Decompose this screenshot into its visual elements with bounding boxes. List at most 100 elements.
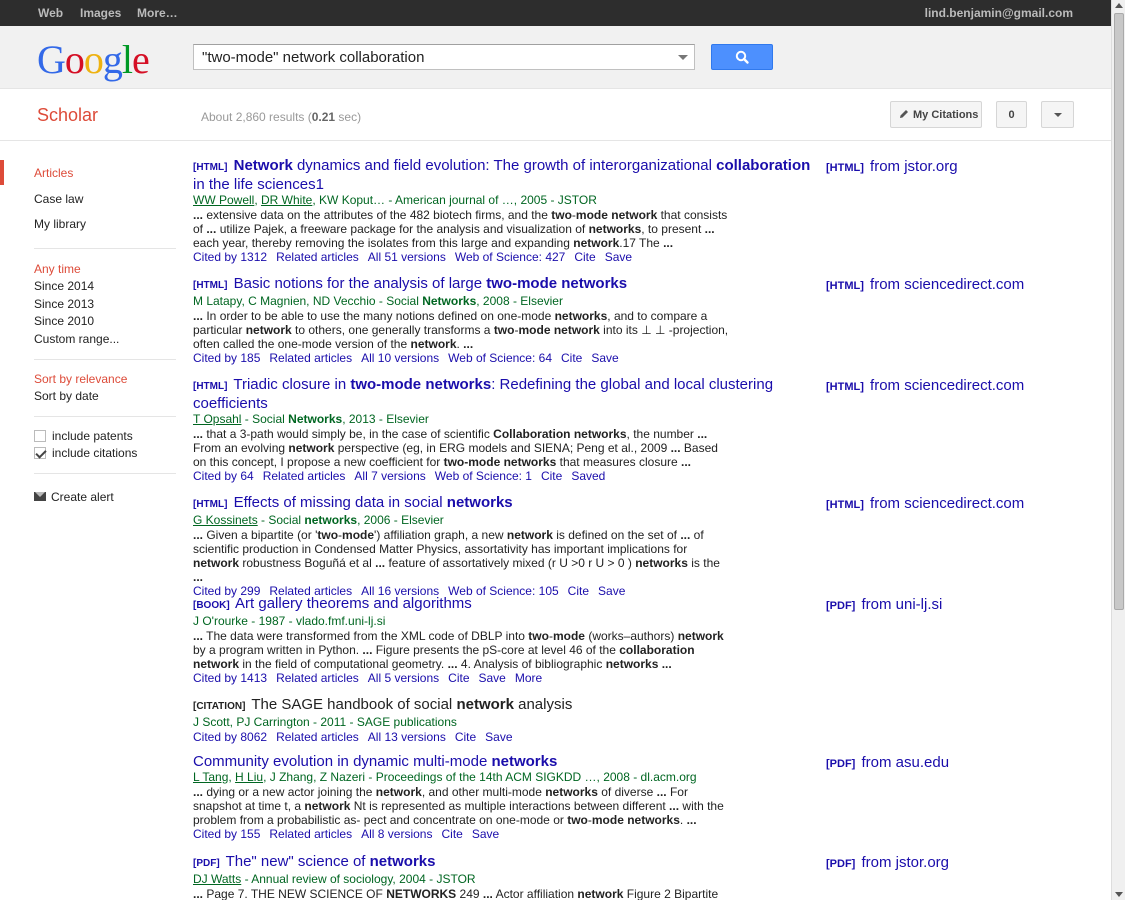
scroll-down-icon[interactable] (1115, 892, 1123, 897)
result-action-link[interactable]: Cited by 8062 (193, 730, 267, 744)
sidebar-item-sort-date[interactable]: Sort by date (34, 389, 99, 403)
result-title-link[interactable]: [HTML] Network dynamics and field evolut… (193, 157, 813, 193)
result-action-link[interactable]: Related articles (276, 730, 359, 744)
result-title-link[interactable]: [BOOK] Art gallery theorems and algorith… (193, 595, 813, 614)
result-action-link[interactable]: More (515, 671, 542, 685)
logo-letter: G (37, 37, 66, 82)
sidebar-item-custom-range[interactable]: Custom range... (34, 332, 119, 346)
sidebar-item-since-2010[interactable]: Since 2010 (34, 314, 94, 328)
logo-letter: e (132, 37, 150, 82)
include-citations-checkbox[interactable]: include citations (34, 446, 137, 460)
result-action-link[interactable]: Saved (571, 469, 605, 483)
result-action-link[interactable]: Web of Science: 1 (435, 469, 532, 483)
nav-web-link[interactable]: Web (38, 6, 63, 20)
result-action-link[interactable]: All 8 versions (361, 827, 432, 841)
scroll-up-icon[interactable] (1115, 3, 1123, 8)
result-title-link[interactable]: Community evolution in dynamic multi-mod… (193, 753, 813, 770)
result-authors-source: M Latapy, C Magnien, ND Vecchio - Social… (193, 294, 563, 308)
result-action-link[interactable]: Web of Science: 64 (448, 351, 552, 365)
sidebar-item-since-2013[interactable]: Since 2013 (34, 297, 94, 311)
user-account-link[interactable]: lind.benjamin@gmail.com (925, 6, 1073, 20)
result-action-link[interactable]: All 5 versions (368, 671, 439, 685)
search-result: [HTML] Network dynamics and field evolut… (193, 157, 813, 265)
result-action-link[interactable]: Related articles (269, 351, 352, 365)
search-options-dropdown-icon[interactable] (678, 55, 688, 60)
scholar-section-title[interactable]: Scholar (37, 105, 98, 126)
result-action-link[interactable]: Related articles (269, 827, 352, 841)
result-action-links: Cited by 8062 Related articles All 13 vers… (193, 730, 813, 745)
search-icon (735, 50, 749, 64)
envelope-icon (34, 492, 46, 501)
result-action-link[interactable]: Cited by 64 (193, 469, 254, 483)
result-action-link[interactable]: Related articles (276, 671, 359, 685)
create-alert-link[interactable]: Create alert (34, 490, 114, 504)
nav-images-link[interactable]: Images (80, 6, 121, 20)
full-text-source-link[interactable]: [HTML] from sciencedirect.com (826, 495, 1024, 512)
sidebar-item-any-time[interactable]: Any time (34, 262, 81, 276)
logo-letter: g (102, 37, 123, 82)
search-button[interactable] (711, 44, 773, 70)
sidebar-item-my-library[interactable]: My library (34, 217, 86, 231)
alerts-count-button[interactable]: 0 (996, 101, 1027, 128)
more-options-button[interactable] (1041, 101, 1074, 128)
result-action-link[interactable]: All 13 versions (368, 730, 446, 744)
source-format-tag: [HTML] (826, 280, 864, 292)
result-snippet: ... that a 3-path would simply be, in th… (193, 427, 718, 469)
vertical-scrollbar[interactable] (1111, 0, 1125, 900)
full-text-source-link[interactable]: [HTML] from sciencedirect.com (826, 276, 1024, 293)
google-logo[interactable]: Google (37, 36, 150, 83)
result-action-link[interactable]: All 51 versions (368, 250, 446, 264)
result-action-link[interactable]: Web of Science: 427 (455, 250, 566, 264)
result-action-link[interactable]: Cite (455, 730, 476, 744)
result-action-link[interactable]: Save (605, 250, 632, 264)
full-text-source-link[interactable]: [PDF] from asu.edu (826, 754, 949, 771)
result-authors-source: WW Powell, DR White, KW Koput… - America… (193, 193, 597, 207)
divider (34, 248, 176, 249)
nav-more-link[interactable]: More… (137, 6, 178, 20)
result-action-link[interactable]: Save (591, 351, 618, 365)
result-title-link: [CITATION] The SAGE handbook of social n… (193, 696, 573, 713)
full-text-source-link[interactable]: [PDF] from uni-lj.si (826, 596, 942, 613)
result-action-link[interactable]: Cite (448, 671, 469, 685)
sidebar-item-since-2014[interactable]: Since 2014 (34, 279, 94, 293)
full-text-source-link[interactable]: [HTML] from jstor.org (826, 158, 958, 175)
result-snippet: ... Page 7. THE NEW SCIENCE OF NETWORKS … (193, 887, 719, 900)
search-input[interactable]: "two-mode" network collaboration (193, 44, 695, 70)
result-action-link[interactable]: Cited by 185 (193, 351, 260, 365)
result-title-link[interactable]: [HTML] Triadic closure in two-mode netwo… (193, 376, 813, 412)
result-title-link[interactable]: [HTML] Basic notions for the analysis of… (193, 275, 813, 294)
result-action-link[interactable]: Cited by 1413 (193, 671, 267, 685)
result-action-link[interactable]: Cite (561, 351, 582, 365)
result-action-link[interactable]: Cite (574, 250, 595, 264)
result-action-link[interactable]: Save (479, 671, 506, 685)
selected-indicator (0, 160, 4, 185)
result-action-link[interactable]: Cite (441, 827, 462, 841)
result-authors-source: L Tang, H Liu, J Zhang, Z Nazeri - Proce… (193, 770, 697, 784)
result-action-link[interactable]: Cited by 1312 (193, 250, 267, 264)
result-action-link[interactable]: Related articles (276, 250, 359, 264)
logo-letter: l (121, 37, 133, 82)
full-text-source-link[interactable]: [HTML] from sciencedirect.com (826, 377, 1024, 394)
result-title-link[interactable]: [HTML] Effects of missing data in social… (193, 494, 813, 513)
result-action-link[interactable]: All 7 versions (354, 469, 425, 483)
result-snippet: ... In order to be able to use the many … (193, 309, 729, 351)
result-action-link[interactable]: Cited by 155 (193, 827, 260, 841)
my-citations-button[interactable]: My Citations (890, 101, 982, 128)
search-result: Community evolution in dynamic multi-mod… (193, 753, 813, 842)
result-action-link[interactable]: All 10 versions (361, 351, 439, 365)
include-patents-checkbox[interactable]: include patents (34, 429, 133, 443)
result-type-tag: [PDF] (193, 858, 220, 869)
result-action-link[interactable]: Save (472, 827, 499, 841)
sidebar-item-sort-relevance[interactable]: Sort by relevance (34, 372, 127, 386)
sidebar-item-case-law[interactable]: Case law (34, 192, 83, 206)
divider (34, 416, 176, 417)
result-snippet: ... dying or a new actor joining the net… (193, 785, 724, 827)
result-title-link[interactable]: [PDF] The" new" science of networks (193, 853, 813, 872)
sidebar-item-articles[interactable]: Articles (34, 166, 73, 180)
search-query-text: "two-mode" network collaboration (202, 49, 425, 66)
result-action-link[interactable]: Cite (541, 469, 562, 483)
result-action-link[interactable]: Save (485, 730, 512, 744)
scrollbar-thumb[interactable] (1114, 13, 1124, 610)
result-action-link[interactable]: Related articles (263, 469, 346, 483)
full-text-source-link[interactable]: [PDF] from jstor.org (826, 854, 949, 871)
